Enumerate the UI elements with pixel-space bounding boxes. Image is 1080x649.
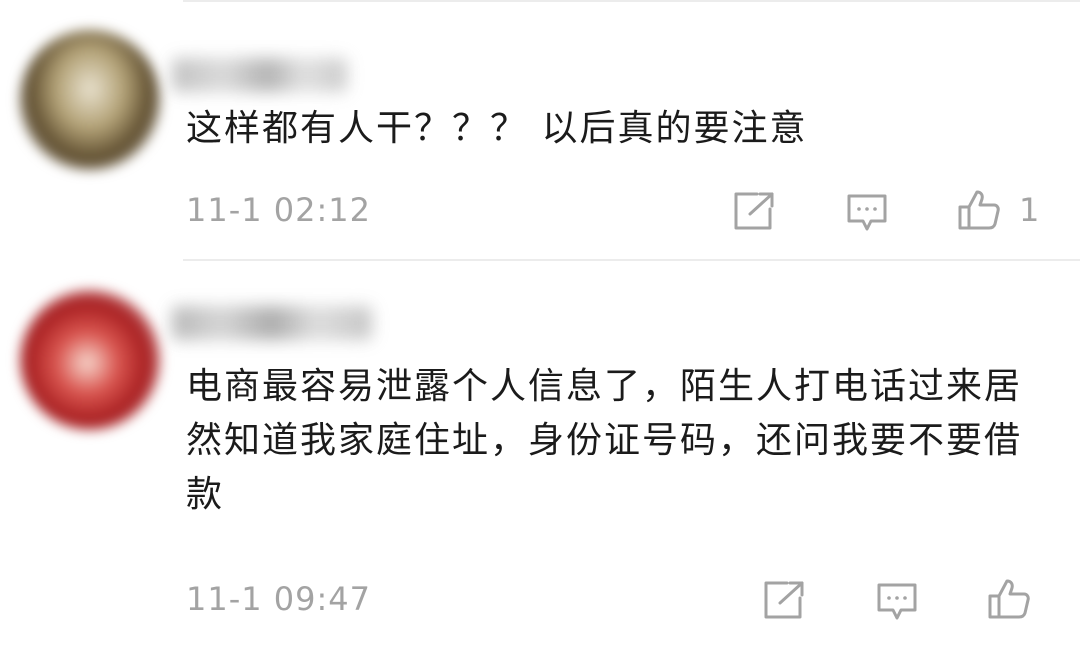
top-divider [183, 0, 1080, 2]
like-count: 1 [1019, 191, 1040, 229]
comment-item: 电商最容易泄露个人信息了，陌生人打电话过来居然知道我家庭住址，身份证号码，还问我… [0, 290, 1080, 649]
comment-time: 11-1 02:12 [186, 191, 372, 229]
comment-item: 这样都有人干？？？ 以后真的要注意 11-1 02:12 1 [0, 30, 1080, 260]
share-button[interactable] [763, 580, 805, 620]
comment-text: 电商最容易泄露个人信息了，陌生人打电话过来居然知道我家庭住址，身份证号码，还问我… [186, 366, 1023, 515]
username-blurred[interactable] [172, 306, 372, 340]
like-button[interactable] [987, 577, 1049, 621]
comment-text: 这样都有人干？？？ 以后真的要注意 [186, 108, 808, 149]
reply-icon [847, 194, 887, 231]
comment-time: 11-1 09:47 [186, 580, 372, 618]
username-blurred[interactable] [172, 58, 347, 92]
thumbs-up-icon [988, 579, 1030, 619]
avatar[interactable] [20, 30, 160, 170]
reply-button[interactable] [876, 582, 918, 622]
share-icon [764, 581, 804, 619]
share-icon [734, 192, 774, 230]
comment-divider [183, 259, 1080, 261]
avatar[interactable] [20, 290, 160, 430]
reply-button[interactable] [846, 193, 888, 233]
share-button[interactable] [733, 191, 775, 231]
thumbs-up-icon [958, 190, 1000, 230]
like-button[interactable]: 1 [957, 188, 1039, 232]
reply-icon [877, 583, 917, 620]
